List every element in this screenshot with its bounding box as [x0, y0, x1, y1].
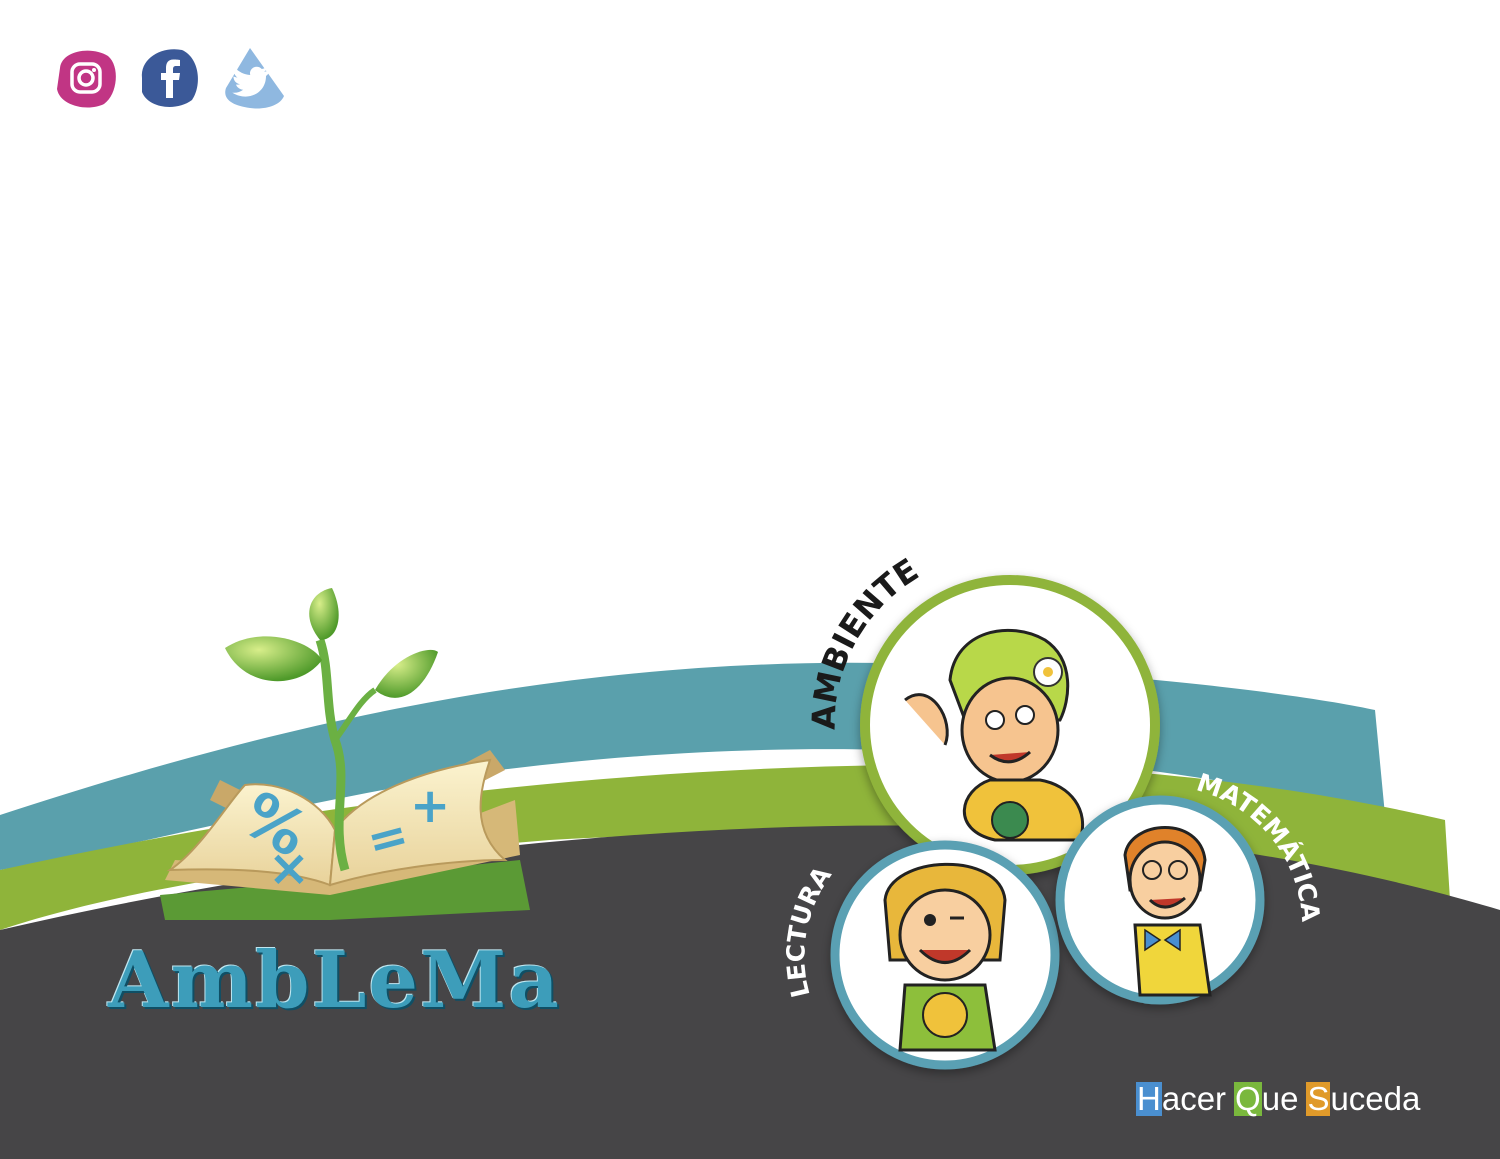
emblem-symbol: × [268, 839, 310, 897]
brand-logo-text: AmbLeMa [108, 935, 561, 1026]
emblem-symbol: + [410, 778, 450, 834]
lectura-character [830, 840, 1060, 1070]
slogan-rest: uceda [1330, 1080, 1421, 1117]
slogan-rest: ue [1261, 1080, 1299, 1117]
slogan-initial: S [1306, 1080, 1331, 1117]
facebook-icon[interactable] [136, 44, 204, 112]
slogan-word: Suceda [1306, 1080, 1420, 1118]
matematica-character [1055, 795, 1265, 1005]
slogan-rest: acer [1161, 1080, 1227, 1117]
slogan: Hacer Que Suceda [1136, 1080, 1420, 1118]
slogan-initial: Q [1234, 1080, 1262, 1117]
twitter-icon[interactable] [220, 44, 288, 112]
social-links [52, 44, 288, 112]
slogan-word: Que [1234, 1080, 1298, 1118]
slogan-initial: H [1136, 1080, 1162, 1117]
instagram-icon[interactable] [52, 44, 120, 112]
slogan-word: Hacer [1136, 1080, 1226, 1118]
